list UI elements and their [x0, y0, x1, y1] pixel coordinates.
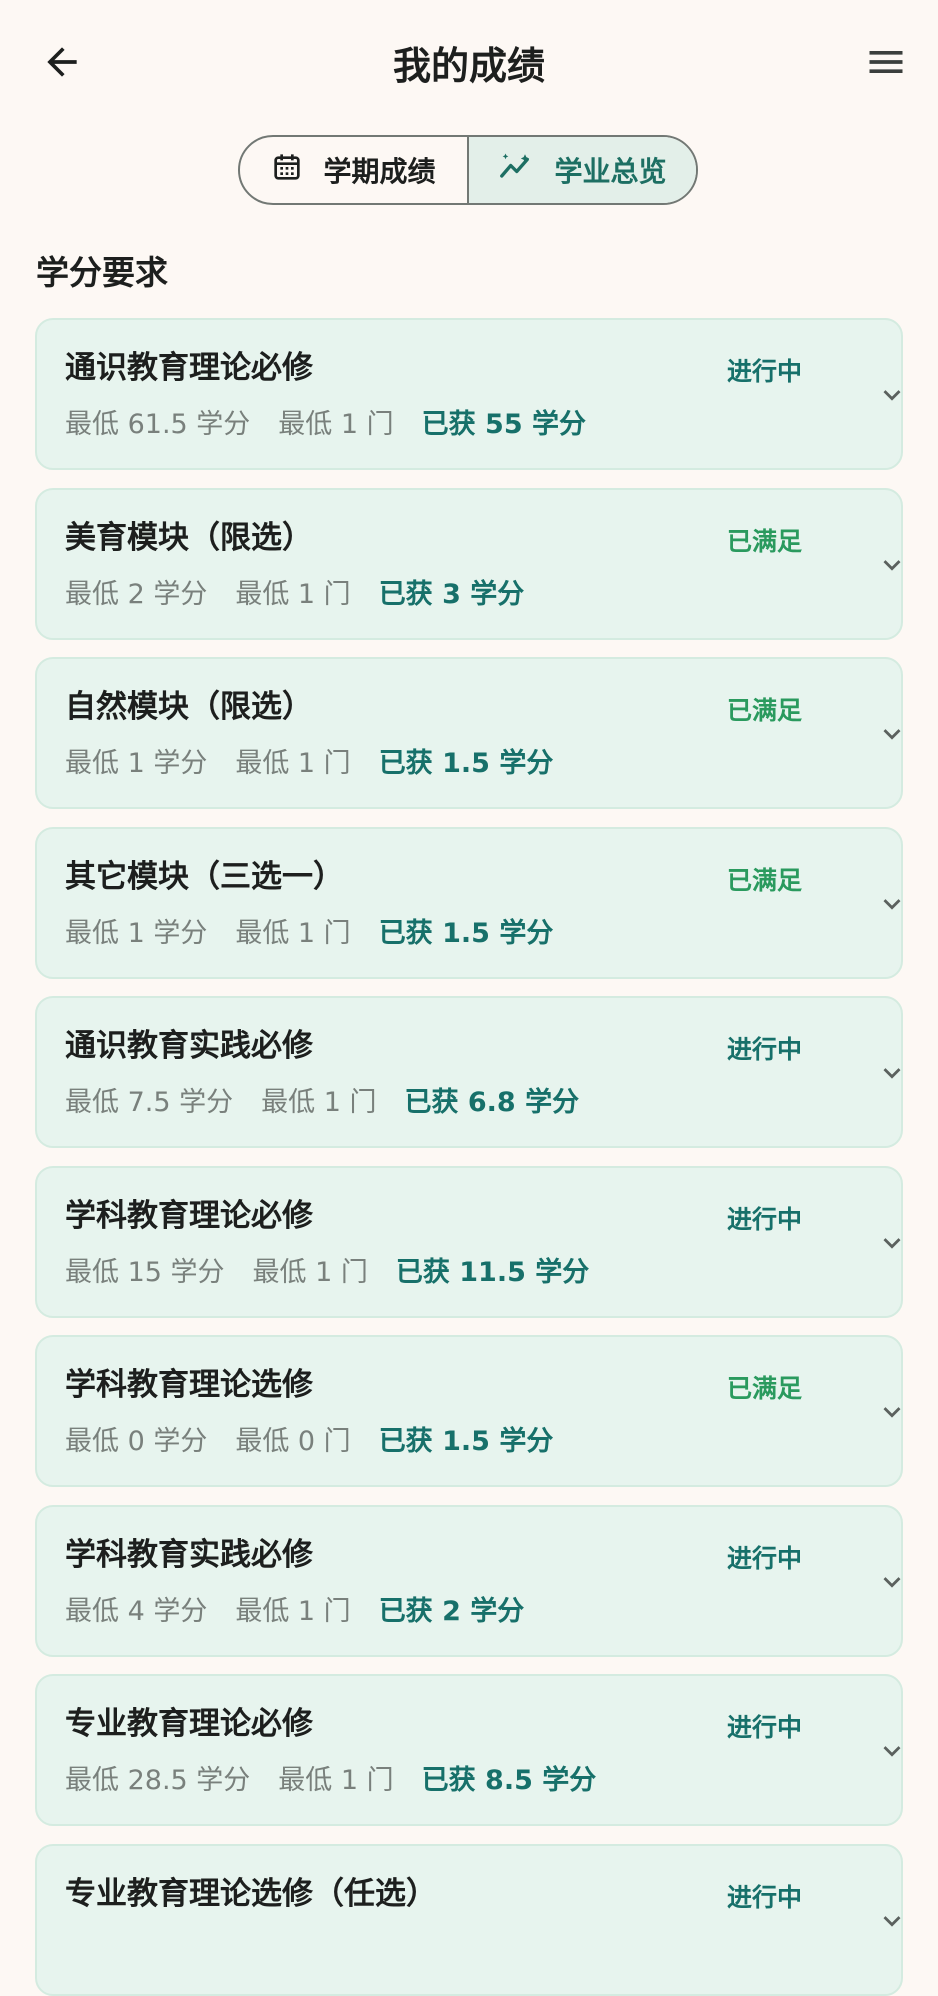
min-courses: 最低 1 门 — [235, 1596, 351, 1627]
requirement-meta: 最低 7.5 学分 最低 1 门已获 6.8 学分 — [65, 1084, 579, 1122]
requirement-card[interactable]: 通识教育实践必修 进行中最低 7.5 学分 最低 1 门已获 6.8 学分 — [35, 996, 903, 1148]
requirement-card[interactable]: 美育模块（限选） 已满足最低 2 学分 最低 1 门已获 3 学分 — [35, 488, 903, 640]
min-courses: 最低 1 门 — [235, 918, 351, 949]
requirement-card[interactable]: 学科教育理论选修 已满足最低 0 学分 最低 0 门已获 1.5 学分 — [35, 1335, 903, 1487]
requirement-status: 进行中 — [727, 1035, 803, 1064]
hamburger-menu-icon — [864, 40, 908, 88]
chevron-down-icon[interactable] — [867, 370, 917, 420]
chevron-down-icon[interactable] — [867, 1218, 917, 1268]
requirement-status: 已满足 — [727, 866, 803, 895]
chevron-down-icon[interactable] — [867, 540, 917, 590]
requirement-status: 已满足 — [727, 1374, 803, 1403]
earned-credits: 已获 55 学分 — [421, 409, 587, 440]
earned-credits: 已获 11.5 学分 — [395, 1257, 590, 1288]
requirement-title: 学科教育理论选修 — [65, 1367, 313, 1403]
requirement-meta: 最低 1 学分 最低 1 门已获 1.5 学分 — [65, 915, 553, 953]
requirement-title: 通识教育实践必修 — [65, 1028, 313, 1064]
min-credits: 最低 1 学分 — [65, 918, 208, 949]
section-title: 学分要求 — [36, 253, 168, 292]
chevron-down-icon[interactable] — [867, 879, 917, 929]
requirement-meta: 最低 4 学分 最低 1 门已获 2 学分 — [65, 1593, 524, 1631]
min-credits: 最低 1 学分 — [65, 748, 208, 779]
requirement-title: 其它模块（三选一） — [65, 859, 344, 895]
requirement-status: 进行中 — [727, 357, 803, 386]
chevron-down-icon[interactable] — [867, 1048, 917, 1098]
min-courses: 最低 1 门 — [252, 1257, 368, 1288]
min-courses: 最低 1 门 — [235, 579, 351, 610]
chevron-down-icon[interactable] — [867, 1557, 917, 1607]
requirement-title: 专业教育理论选修（任选） — [65, 1876, 437, 1912]
requirement-status: 已满足 — [727, 527, 803, 556]
min-credits: 最低 7.5 学分 — [65, 1087, 234, 1118]
min-credits: 最低 15 学分 — [65, 1257, 225, 1288]
requirement-title: 专业教育理论必修 — [65, 1706, 313, 1742]
tab-academic-overview-label: 学业总览 — [554, 155, 667, 188]
requirement-meta: 最低 2 学分 最低 1 门已获 3 学分 — [65, 576, 524, 614]
requirement-meta: 最低 0 学分 最低 0 门已获 1.5 学分 — [65, 1423, 553, 1461]
min-credits: 最低 4 学分 — [65, 1596, 208, 1627]
requirement-card[interactable]: 自然模块（限选） 已满足最低 1 学分 最低 1 门已获 1.5 学分 — [35, 657, 903, 809]
earned-credits: 已获 1.5 学分 — [378, 1426, 554, 1457]
chevron-down-icon[interactable] — [867, 1387, 917, 1437]
requirement-title: 学科教育理论必修 — [65, 1198, 313, 1234]
tab-term-grades-label: 学期成绩 — [323, 155, 436, 188]
earned-credits: 已获 2 学分 — [378, 1596, 525, 1627]
earned-credits: 已获 1.5 学分 — [378, 918, 554, 949]
calendar-icon — [271, 151, 303, 190]
requirement-meta: 最低 1 学分 最低 1 门已获 1.5 学分 — [65, 745, 553, 783]
requirement-title: 美育模块（限选） — [65, 520, 313, 556]
view-segmented-control: 学期成绩 学业总览 — [238, 135, 698, 205]
chevron-down-icon[interactable] — [867, 1726, 917, 1776]
chevron-down-icon[interactable] — [867, 709, 917, 759]
min-courses: 最低 1 门 — [278, 409, 394, 440]
requirement-title: 学科教育实践必修 — [65, 1537, 313, 1573]
chevron-down-icon[interactable] — [867, 1896, 917, 1946]
min-courses: 最低 1 门 — [278, 1765, 394, 1796]
min-credits: 最低 61.5 学分 — [65, 409, 251, 440]
page-title: 我的成绩 — [392, 44, 545, 88]
requirement-meta: 最低 28.5 学分 最低 1 门已获 8.5 学分 — [65, 1762, 596, 1800]
menu-button[interactable] — [850, 28, 922, 100]
min-courses: 最低 1 门 — [235, 748, 351, 779]
earned-credits: 已获 8.5 学分 — [421, 1765, 597, 1796]
requirement-title: 通识教育理论必修 — [65, 350, 313, 386]
requirement-meta: 最低 61.5 学分 最低 1 门已获 55 学分 — [65, 406, 586, 444]
min-credits: 最低 28.5 学分 — [65, 1765, 251, 1796]
trend-chart-icon — [498, 149, 534, 192]
requirement-card[interactable]: 学科教育理论必修 进行中最低 15 学分 最低 1 门已获 11.5 学分 — [35, 1166, 903, 1318]
requirement-title: 自然模块（限选） — [65, 689, 313, 725]
top-app-bar: 我的成绩 — [0, 0, 938, 130]
earned-credits: 已获 3 学分 — [378, 579, 525, 610]
requirement-status: 已满足 — [727, 696, 803, 725]
tab-academic-overview[interactable]: 学业总览 — [467, 137, 696, 203]
min-courses: 最低 1 门 — [261, 1087, 377, 1118]
requirement-meta: 最低 15 学分 最低 1 门已获 11.5 学分 — [65, 1254, 589, 1292]
earned-credits: 已获 6.8 学分 — [404, 1087, 580, 1118]
min-credits: 最低 0 学分 — [65, 1426, 208, 1457]
requirement-status: 进行中 — [727, 1713, 803, 1742]
requirement-status: 进行中 — [727, 1883, 803, 1912]
requirement-status: 进行中 — [727, 1205, 803, 1234]
tab-term-grades[interactable]: 学期成绩 — [240, 137, 467, 203]
requirement-card[interactable]: 专业教育理论选修（任选） 进行中 — [35, 1844, 903, 1996]
requirement-status: 进行中 — [727, 1544, 803, 1573]
min-courses: 最低 0 门 — [235, 1426, 351, 1457]
requirement-card[interactable]: 专业教育理论必修 进行中最低 28.5 学分 最低 1 门已获 8.5 学分 — [35, 1674, 903, 1826]
requirement-card[interactable]: 通识教育理论必修 进行中最低 61.5 学分 最低 1 门已获 55 学分 — [35, 318, 903, 470]
earned-credits: 已获 1.5 学分 — [378, 748, 554, 779]
requirement-card[interactable]: 学科教育实践必修 进行中最低 4 学分 最低 1 门已获 2 学分 — [35, 1505, 903, 1657]
requirement-card[interactable]: 其它模块（三选一） 已满足最低 1 学分 最低 1 门已获 1.5 学分 — [35, 827, 903, 979]
min-credits: 最低 2 学分 — [65, 579, 208, 610]
